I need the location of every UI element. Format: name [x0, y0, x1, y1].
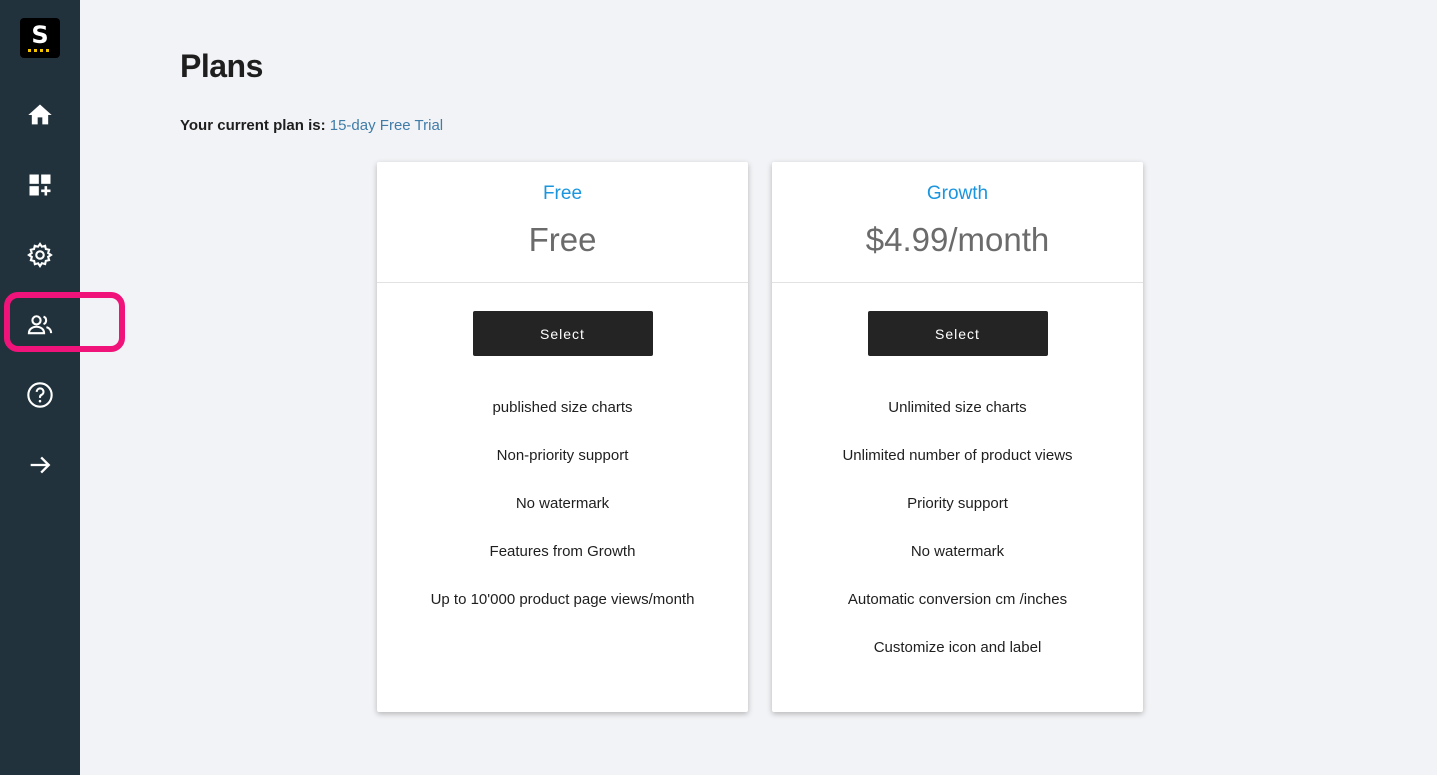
- plan-name: Growth: [926, 183, 989, 204]
- select-growth-plan-button[interactable]: Select: [867, 311, 1048, 356]
- plan-price: $4.99/month: [865, 221, 1050, 258]
- plan-card-header: Growth $4.99/month: [772, 162, 1143, 283]
- plan-card-header: Free Free: [377, 162, 748, 283]
- plan-feature: Automatic conversion cm /inches: [847, 591, 1068, 608]
- plan-feature: Unlimited size charts: [888, 399, 1027, 416]
- sidebar: S: [0, 0, 80, 775]
- sidebar-item-expand[interactable]: [0, 440, 80, 490]
- plan-feature: Customize icon and label: [873, 639, 1042, 656]
- main-content: Plans Your current plan is: 15-day Free …: [80, 0, 1437, 775]
- sidebar-item-home[interactable]: [0, 90, 80, 140]
- plan-feature: No watermark: [515, 495, 610, 512]
- plan-feature: Priority support: [907, 495, 1008, 512]
- page-title: Plans: [180, 48, 263, 84]
- current-plan-value: 15-day Free Trial: [329, 117, 444, 134]
- app-logo[interactable]: S: [20, 18, 60, 58]
- plan-feature: Unlimited number of product views: [842, 447, 1073, 464]
- plan-feature: Up to 10'000 product page views/month: [430, 591, 695, 608]
- plan-feature: No watermark: [910, 543, 1005, 560]
- home-icon: [28, 104, 52, 125]
- sidebar-item-help[interactable]: [0, 370, 80, 420]
- plan-name: Free: [542, 183, 583, 204]
- plan-card-growth: Growth $4.99/month Select Unlimited size…: [772, 162, 1143, 712]
- plan-feature: Features from Growth: [489, 543, 636, 560]
- plan-features-list: Unlimited size charts Unlimited number o…: [772, 388, 1143, 676]
- logo-ruler-mark: [28, 49, 52, 52]
- logo-letter: S: [31, 21, 49, 49]
- current-plan-label: Your current plan is:: [180, 117, 326, 134]
- help-circle-icon: [27, 382, 53, 408]
- plan-price: Free: [528, 221, 597, 258]
- dashboard-add-icon: [29, 174, 51, 196]
- current-plan-info: Your current plan is: 15-day Free Trial: [180, 117, 443, 134]
- plan-card-free: Free Free Select published size charts N…: [377, 162, 748, 712]
- plan-features-list: published size charts Non-priority suppo…: [377, 388, 748, 628]
- plan-feature: published size charts: [492, 399, 633, 416]
- gear-icon: [27, 242, 53, 269]
- sidebar-item-dashboard-add[interactable]: [0, 160, 80, 210]
- sidebar-item-settings[interactable]: [0, 230, 80, 280]
- plan-feature: Non-priority support: [496, 447, 629, 464]
- select-free-plan-button[interactable]: Select: [472, 311, 653, 356]
- arrow-right-icon: [30, 456, 51, 474]
